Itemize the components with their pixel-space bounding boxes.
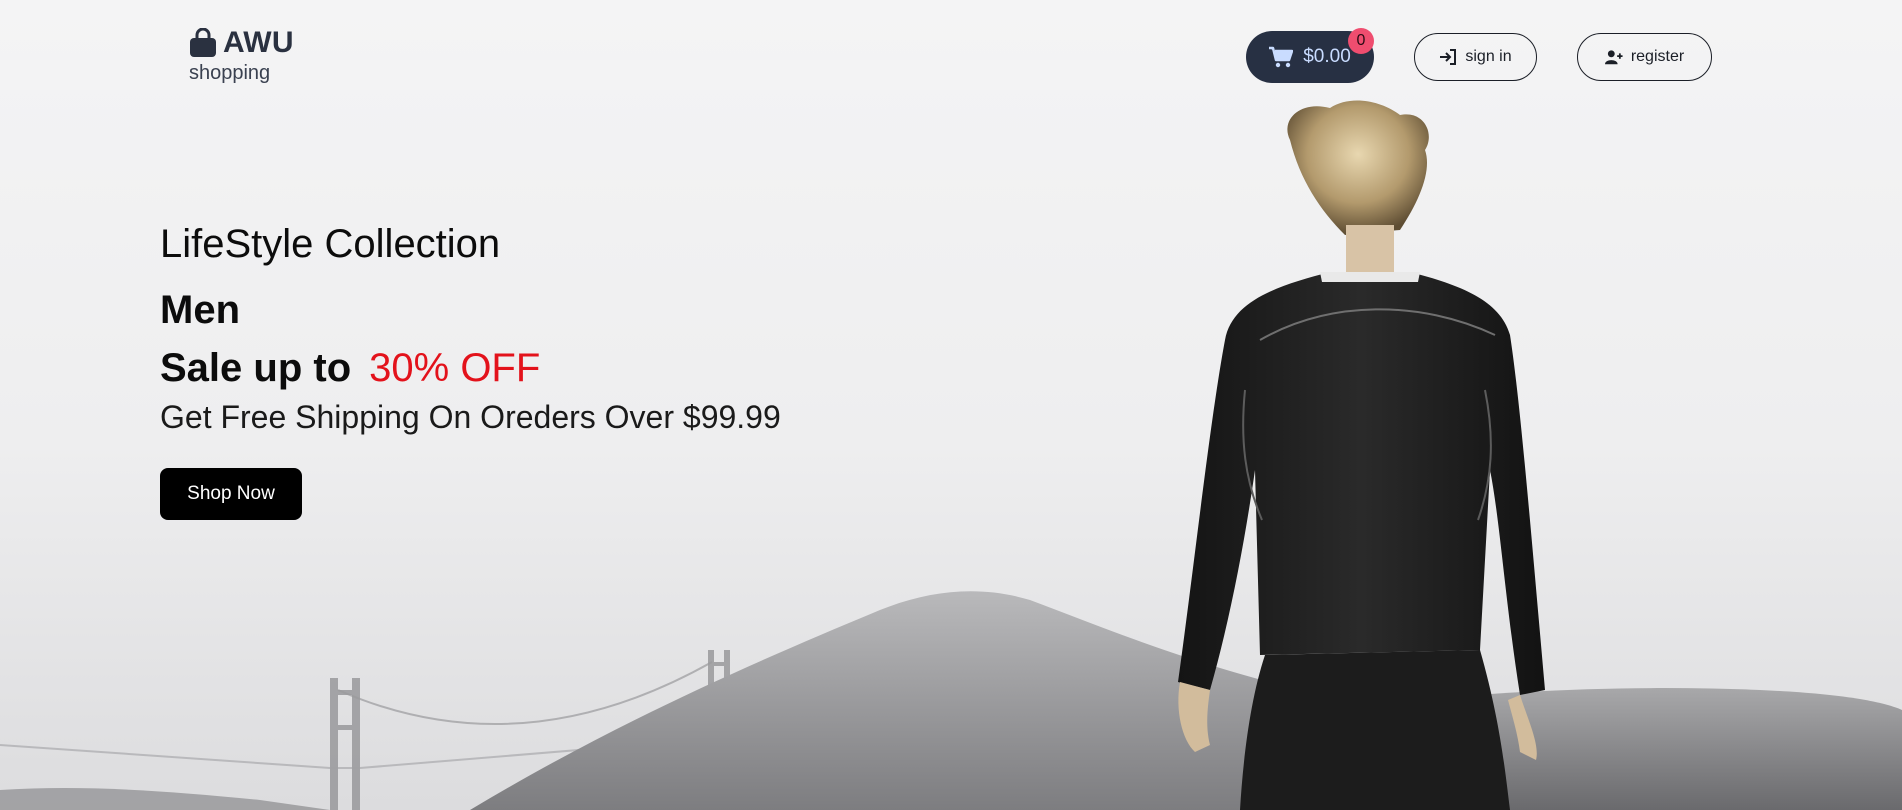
user-plus-icon xyxy=(1604,50,1623,65)
sign-in-icon xyxy=(1440,49,1457,65)
sign-in-button[interactable]: sign in xyxy=(1414,33,1537,81)
cart-icon xyxy=(1269,46,1294,68)
cart-count-badge: 0 xyxy=(1348,28,1374,54)
sale-discount: 30% OFF xyxy=(369,346,541,390)
hero-banner: AWU shopping $0.00 0 sign in register Li… xyxy=(0,0,1902,810)
shop-now-button[interactable]: Shop Now xyxy=(160,468,302,520)
collection-title: LifeStyle Collection xyxy=(160,222,501,266)
hero-promo: LifeStyle Collection Men Sale up to 30% O… xyxy=(160,220,781,520)
cart-total: $0.00 xyxy=(1303,46,1351,67)
brand-name: AWU xyxy=(223,26,294,59)
category-title: Men xyxy=(160,288,240,332)
sign-in-label: sign in xyxy=(1465,48,1512,65)
register-label: register xyxy=(1630,48,1685,65)
register-button[interactable]: register xyxy=(1577,33,1712,81)
brand-tagline: shopping xyxy=(189,62,271,84)
sale-prefix: Sale up to xyxy=(160,346,352,390)
sale-headline: Sale up to 30% OFF xyxy=(160,344,781,392)
brand-logo[interactable]: AWU shopping xyxy=(189,26,294,85)
shipping-note: Get Free Shipping On Oreders Over $99.99 xyxy=(160,399,781,435)
shopping-bag-icon xyxy=(190,28,216,57)
